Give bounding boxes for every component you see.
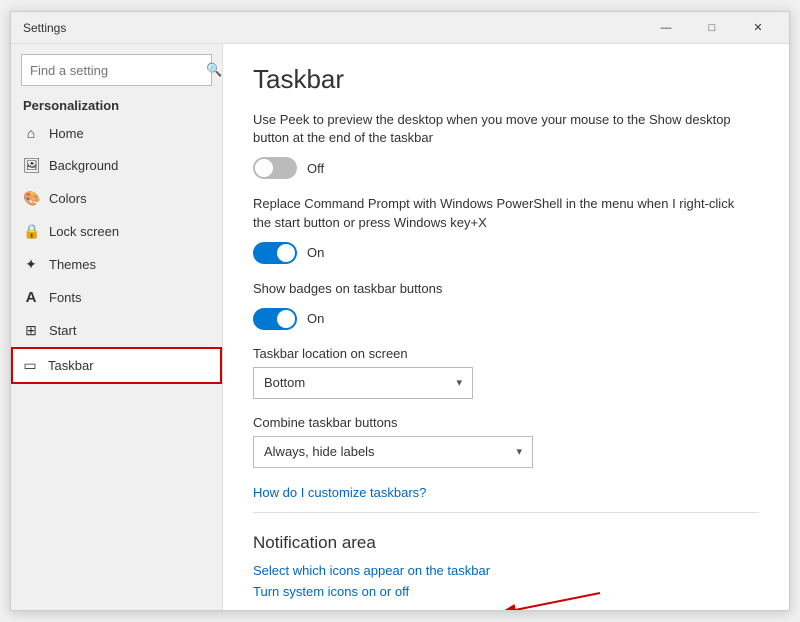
- powershell-toggle[interactable]: [253, 242, 297, 264]
- start-icon: ⊞: [23, 322, 39, 339]
- sidebar-item-start[interactable]: ⊞ Start: [11, 314, 222, 347]
- maximize-button[interactable]: □: [689, 12, 735, 44]
- background-icon: 🖼: [23, 157, 39, 174]
- sidebar-item-label: Taskbar: [48, 358, 94, 373]
- combine-label: Combine taskbar buttons: [253, 415, 759, 430]
- powershell-toggle-row: On: [253, 242, 759, 264]
- minimize-button[interactable]: —: [643, 12, 689, 44]
- page-title: Taskbar: [253, 64, 759, 95]
- notification-link1[interactable]: Select which icons appear on the taskbar: [253, 563, 490, 578]
- combine-dropdown[interactable]: Always, hide labels ▾: [253, 436, 533, 468]
- window-controls: — □ ✕: [643, 12, 781, 44]
- sidebar-item-label: Home: [49, 126, 84, 141]
- sidebar-item-label: Colors: [49, 191, 87, 206]
- badges-toggle[interactable]: [253, 308, 297, 330]
- powershell-toggle-label: On: [307, 245, 324, 260]
- peek-toggle-row: Off: [253, 157, 759, 179]
- sidebar-item-lock-screen[interactable]: 🔒 Lock screen: [11, 215, 222, 248]
- peek-toggle-label: Off: [307, 161, 324, 176]
- content-area: 🔍 Personalization ⌂ Home 🖼 Background 🎨 …: [11, 44, 789, 610]
- location-dropdown[interactable]: Bottom ▾: [253, 367, 473, 399]
- themes-icon: ✦: [23, 256, 39, 273]
- search-icon: 🔍: [206, 62, 222, 78]
- customize-link[interactable]: How do I customize taskbars?: [253, 485, 426, 500]
- main-content: Taskbar Use Peek to preview the desktop …: [223, 44, 789, 610]
- peek-toggle-knob: [255, 159, 273, 177]
- window-title: Settings: [23, 21, 66, 35]
- location-value: Bottom: [264, 375, 305, 390]
- sidebar-item-taskbar[interactable]: ▭ Taskbar: [11, 347, 222, 384]
- sidebar-item-themes[interactable]: ✦ Themes: [11, 248, 222, 281]
- chevron-down-icon: ▾: [456, 376, 462, 389]
- sidebar-section-title: Personalization: [11, 92, 222, 117]
- close-button[interactable]: ✕: [735, 12, 781, 44]
- sidebar-item-home[interactable]: ⌂ Home: [11, 117, 222, 149]
- location-dropdown-row: Taskbar location on screen Bottom ▾: [253, 346, 759, 399]
- notification-link2[interactable]: Turn system icons on or off: [253, 584, 490, 599]
- sidebar-item-label: Background: [49, 158, 118, 173]
- settings-window: Settings — □ ✕ 🔍 Personalization ⌂ Home …: [10, 11, 790, 611]
- badges-toggle-knob: [277, 310, 295, 328]
- titlebar: Settings — □ ✕: [11, 12, 789, 44]
- combine-value: Always, hide labels: [264, 444, 375, 459]
- sidebar: 🔍 Personalization ⌂ Home 🖼 Background 🎨 …: [11, 44, 223, 610]
- peek-desc: Use Peek to preview the desktop when you…: [253, 111, 753, 147]
- lock-icon: 🔒: [23, 223, 39, 240]
- peek-toggle[interactable]: [253, 157, 297, 179]
- taskbar-icon: ▭: [22, 357, 38, 374]
- powershell-toggle-knob: [277, 244, 295, 262]
- fonts-icon: A: [23, 289, 39, 306]
- badges-toggle-label: On: [307, 311, 324, 326]
- sidebar-item-colors[interactable]: 🎨 Colors: [11, 182, 222, 215]
- sidebar-item-background[interactable]: 🖼 Background: [11, 149, 222, 182]
- sidebar-item-label: Themes: [49, 257, 96, 272]
- chevron-down-icon: ▾: [516, 445, 522, 458]
- divider-1: [253, 512, 759, 513]
- notification-links-container: Select which icons appear on the taskbar…: [253, 563, 490, 603]
- arrow-annotation: [490, 583, 610, 610]
- location-label: Taskbar location on screen: [253, 346, 759, 361]
- combine-dropdown-row: Combine taskbar buttons Always, hide lab…: [253, 415, 759, 468]
- badges-toggle-row: On: [253, 308, 759, 330]
- home-icon: ⌂: [23, 125, 39, 141]
- sidebar-item-label: Lock screen: [49, 224, 119, 239]
- search-box[interactable]: 🔍: [21, 54, 212, 86]
- notification-section-header: Notification area: [253, 533, 759, 553]
- sidebar-item-label: Fonts: [49, 290, 82, 305]
- badges-desc: Show badges on taskbar buttons: [253, 280, 753, 298]
- search-input[interactable]: [30, 63, 206, 78]
- powershell-desc: Replace Command Prompt with Windows Powe…: [253, 195, 753, 231]
- colors-icon: 🎨: [23, 190, 39, 207]
- sidebar-item-fonts[interactable]: A Fonts: [11, 281, 222, 314]
- sidebar-item-label: Start: [49, 323, 76, 338]
